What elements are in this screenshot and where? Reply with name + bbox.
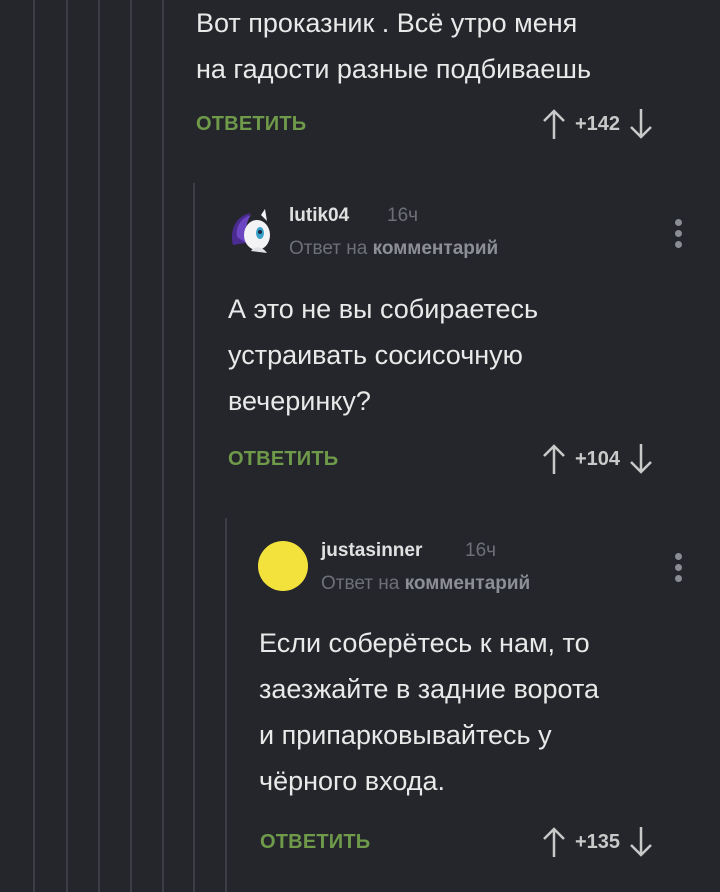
arrow-up-icon[interactable] <box>541 442 567 476</box>
avatar[interactable] <box>258 541 308 591</box>
thread-line <box>33 0 35 892</box>
vote-controls: +142 <box>541 107 654 141</box>
comment-author[interactable]: lutik04 <box>289 205 349 227</box>
reply-button[interactable]: ОТВЕТИТЬ <box>260 831 370 854</box>
comment-text-line: на гадости разные подбиваешь <box>196 54 592 84</box>
thread-line <box>130 0 132 892</box>
reply-to: Ответ на комментарий <box>321 573 530 595</box>
comment-text: Если соберётесь к нам, то заезжайте в за… <box>259 620 599 804</box>
thread-line <box>66 0 68 892</box>
thread-line <box>162 0 164 892</box>
comment-text-line: Если соберётесь к нам, то <box>259 628 590 658</box>
comment-text-line: чёрного входа. <box>259 766 446 796</box>
more-vertical-icon[interactable] <box>675 219 683 252</box>
reply-to-link[interactable]: комментарий <box>373 238 499 259</box>
comment-text: А это не вы собираетесь устраивать сосис… <box>228 286 538 424</box>
avatar[interactable] <box>227 207 275 255</box>
arrow-up-icon[interactable] <box>541 107 567 141</box>
more-vertical-icon[interactable] <box>675 553 683 586</box>
reply-to-link[interactable]: комментарий <box>405 573 531 594</box>
thread-line <box>193 183 195 892</box>
reply-to-prefix: Ответ на <box>321 573 400 594</box>
arrow-down-icon[interactable] <box>628 825 654 859</box>
comment-text-line: заезжайте в задние ворота <box>259 674 600 704</box>
vote-score: +104 <box>575 447 621 470</box>
vote-controls: +104 <box>541 442 654 476</box>
comment-text: Вот проказник . Всё утро меня на гадости… <box>196 0 591 92</box>
arrow-down-icon[interactable] <box>628 442 654 476</box>
thread-line <box>225 518 227 892</box>
comment-text-line: и припарковывайтесь у <box>259 720 552 750</box>
thread-line <box>98 0 100 892</box>
comment-text-line: А это не вы собираетесь <box>228 294 539 324</box>
comment-time: 16ч <box>387 205 419 226</box>
vote-score: +142 <box>575 112 621 135</box>
reply-to: Ответ на комментарий <box>289 238 498 260</box>
comment-text-line: вечеринку? <box>228 386 371 416</box>
comment-text-line: устраивать сосисочную <box>228 340 523 370</box>
comment-text-line: Вот проказник . Всё утро меня <box>196 8 578 38</box>
vote-score: +135 <box>575 830 621 853</box>
reply-button[interactable]: ОТВЕТИТЬ <box>228 448 338 471</box>
comment-author[interactable]: justasinner <box>321 540 422 562</box>
arrow-down-icon[interactable] <box>628 107 654 141</box>
vote-controls: +135 <box>541 825 654 859</box>
arrow-up-icon[interactable] <box>541 825 567 859</box>
reply-to-prefix: Ответ на <box>289 238 368 259</box>
reply-button[interactable]: ОТВЕТИТЬ <box>196 113 306 136</box>
comment-time: 16ч <box>465 540 497 561</box>
